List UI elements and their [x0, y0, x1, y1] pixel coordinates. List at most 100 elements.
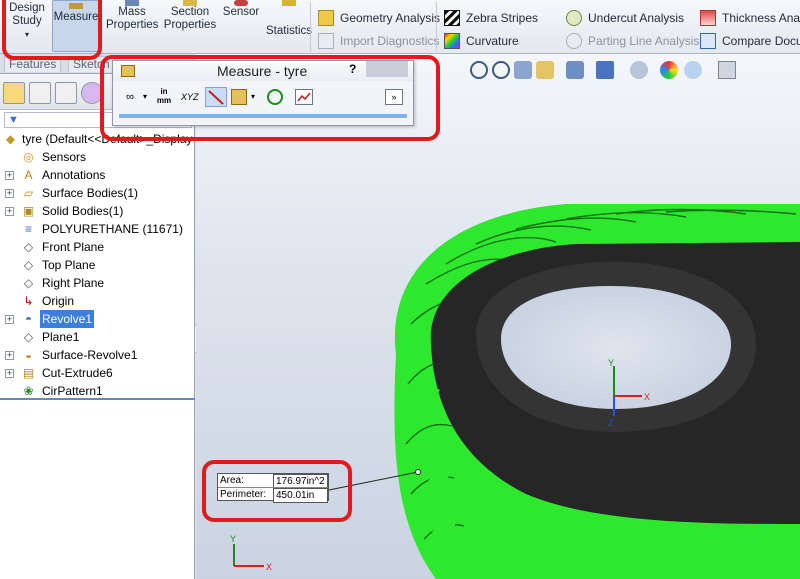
tree-item-label: Surface-Revolve1	[42, 348, 138, 362]
previous-view-icon[interactable]	[514, 61, 532, 79]
compare-documents-label: Compare Documents	[722, 34, 800, 48]
tree-item-solid-bodies-1[interactable]: + ▣ Solid Bodies(1)	[0, 202, 195, 220]
tree-item-label: Annotations	[42, 168, 106, 182]
sensors-folder-icon: ◎	[23, 150, 34, 164]
material-icon: ≡	[24, 222, 32, 236]
hide-show-items-icon[interactable]	[630, 61, 648, 79]
edit-appearance-icon[interactable]	[660, 61, 678, 79]
statistics-label: Statistics	[265, 25, 312, 37]
sensor-button[interactable]: Sensor	[222, 0, 260, 52]
plane-icon: ◇	[23, 240, 34, 254]
ribbon-separator	[436, 2, 437, 52]
parting-line-analysis-button[interactable]: Parting Line Analysis	[566, 31, 699, 51]
orient-x-label: X	[266, 562, 272, 572]
geometry-analysis-label: Geometry Analysis	[340, 11, 441, 25]
tree-item-label: Origin	[42, 294, 75, 308]
thickness-analysis-label: Thickness Analysis	[722, 11, 800, 25]
origin-icon: ↳	[23, 294, 34, 308]
curvature-label: Curvature	[466, 34, 519, 48]
tree-item-surface-bodies-1[interactable]: + ▱ Surface Bodies(1)	[0, 184, 195, 202]
surface-bodies-icon: ▱	[23, 186, 34, 200]
view-settings-icon[interactable]	[718, 61, 736, 79]
expand-toggle-icon[interactable]: +	[5, 189, 14, 198]
feature-tree: ◆ tyre (Default<<Default>_Display ◎ Senso…	[0, 130, 195, 400]
tree-item-right-plane[interactable]: ◇ Right Plane	[0, 274, 195, 292]
zebra-stripes-label: Zebra Stripes	[466, 11, 539, 25]
configuration-manager-tab-icon[interactable]	[55, 82, 77, 104]
tree-item-plane1[interactable]: ◇ Plane1	[0, 328, 195, 346]
parting-line-analysis-icon	[566, 33, 582, 49]
section-view-icon[interactable]	[536, 61, 554, 79]
display-style-icon[interactable]	[596, 61, 614, 79]
expand-toggle-icon[interactable]: +	[5, 369, 14, 378]
tree-items: ◎ Sensors + A Annotations + ▱ Surface Bodies(1)…	[0, 148, 195, 400]
tree-item-origin[interactable]: ↳ Origin	[0, 292, 195, 310]
expand-toggle-icon[interactable]: +	[5, 207, 14, 216]
tree-item-label: Sensors	[42, 150, 87, 164]
mass-properties-label-2: Properties	[106, 19, 159, 31]
tree-item-front-plane[interactable]: ◇ Front Plane	[0, 238, 195, 256]
zoom-to-area-icon[interactable]	[492, 61, 510, 79]
tree-item-label: Revolve1	[40, 310, 95, 328]
feature-manager-panel: ▼ ◆ tyre (Default<<Default>_Display ◎ Sen…	[0, 74, 195, 579]
section-properties-label-2: Properties	[163, 19, 217, 31]
cut-extrude-icon: ▤	[22, 366, 35, 380]
apply-scene-icon[interactable]	[684, 61, 702, 79]
annotations-icon: A	[24, 168, 33, 182]
tree-item-revolve1[interactable]: + ◓ Revolve1	[0, 310, 195, 328]
revolve-icon: ◓	[24, 312, 33, 326]
zoom-to-fit-icon[interactable]	[470, 61, 488, 79]
triad-z-label: Z	[608, 418, 614, 428]
tree-item-top-plane[interactable]: ◇ Top Plane	[0, 256, 195, 274]
annotation-highlight-dialog	[100, 55, 440, 141]
annotation-highlight-callout	[202, 460, 352, 522]
tree-item-label: Surface Bodies(1)	[42, 186, 139, 200]
tree-item-annotations[interactable]: + A Annotations	[0, 166, 195, 184]
tree-rollback-bar[interactable]	[0, 398, 195, 400]
tree-item-cut-extrude6[interactable]: + ▤ Cut-Extrude6	[0, 364, 195, 382]
curvature-button[interactable]: Curvature	[444, 31, 519, 51]
property-manager-tab-icon[interactable]	[29, 82, 51, 104]
callout-anchor-point	[415, 469, 421, 475]
parting-line-analysis-label: Parting Line Analysis	[588, 34, 700, 48]
ribbon-separator	[310, 2, 311, 52]
heads-up-view-toolbar	[470, 58, 800, 82]
thickness-analysis-icon	[700, 10, 716, 26]
compare-documents-button[interactable]: Compare Documents	[700, 31, 800, 51]
tree-item-label: Front Plane	[42, 240, 105, 254]
tree-item-surface-revolve1[interactable]: + ◒ Surface-Revolve1	[0, 346, 195, 364]
part-icon: ◆	[5, 132, 16, 146]
expand-toggle-icon[interactable]: +	[5, 351, 14, 360]
tree-item-label: Plane1	[42, 330, 80, 344]
geometry-analysis-button[interactable]: Geometry Analysis	[318, 8, 440, 28]
tree-item-sensors[interactable]: ◎ Sensors	[0, 148, 195, 166]
mass-properties-button[interactable]: Mass Properties	[106, 0, 158, 52]
filter-icon: ▼	[8, 114, 19, 126]
zebra-stripes-button[interactable]: Zebra Stripes	[444, 8, 538, 28]
compare-documents-icon	[700, 33, 716, 49]
curvature-icon	[444, 33, 460, 49]
solid-bodies-icon: ▣	[22, 204, 35, 218]
import-diagnostics-button[interactable]: Import Diagnostics	[318, 31, 439, 51]
expand-toggle-icon[interactable]: +	[5, 315, 14, 324]
expand-toggle-icon[interactable]: +	[5, 171, 14, 180]
circular-pattern-icon: ❀	[23, 384, 34, 398]
view-orientation-triad: Y X	[230, 534, 272, 572]
section-properties-button[interactable]: Section Properties	[162, 0, 218, 52]
section-properties-label-1: Section	[170, 6, 210, 18]
feature-manager-tab-icon[interactable]	[3, 82, 25, 104]
tyre-model[interactable]	[394, 204, 800, 579]
undercut-analysis-icon	[566, 10, 582, 26]
geometry-analysis-icon	[318, 10, 334, 26]
triad-x-label: X	[644, 392, 650, 402]
tree-item-polyurethane-11671[interactable]: ≡ POLYURETHANE (11671)	[0, 220, 195, 238]
import-diagnostics-icon	[318, 33, 334, 49]
statistics-button[interactable]: Statistics	[264, 0, 314, 52]
plane-icon: ◇	[23, 258, 34, 272]
zebra-stripes-icon	[444, 10, 460, 26]
view-orientation-icon[interactable]	[566, 61, 584, 79]
tree-item-label: Right Plane	[42, 276, 105, 290]
undercut-analysis-button[interactable]: Undercut Analysis	[566, 8, 684, 28]
thickness-analysis-button[interactable]: Thickness Analysis	[700, 8, 800, 28]
triad-y-label: Y	[608, 358, 614, 368]
